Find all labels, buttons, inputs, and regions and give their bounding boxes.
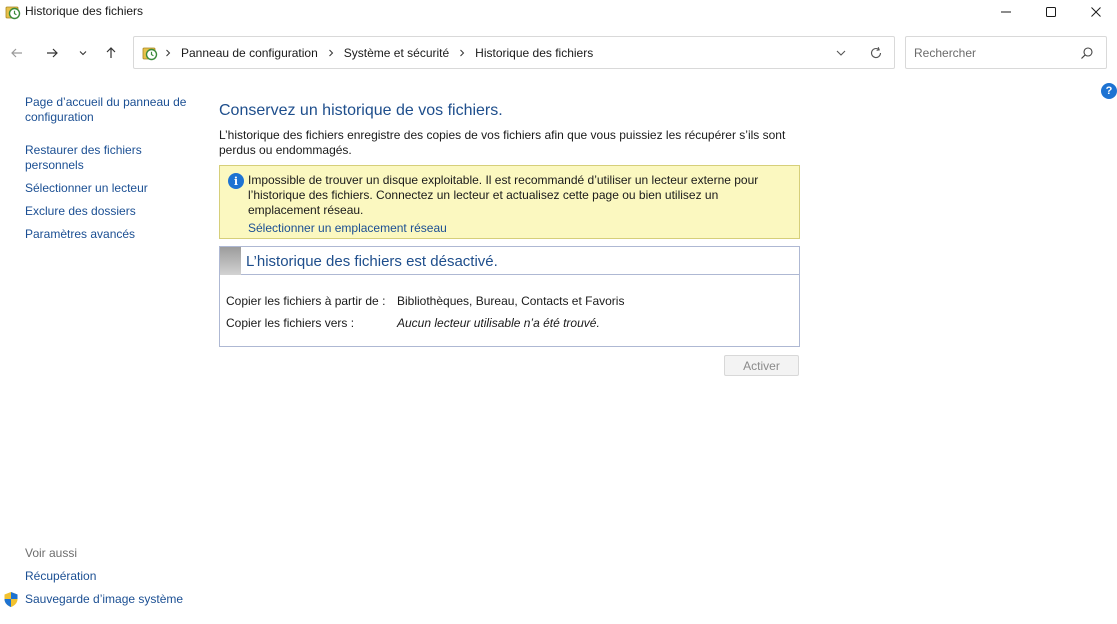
close-button[interactable] [1073,0,1117,24]
sidebar-link-exclude-folders[interactable]: Exclure des dossiers [25,204,190,219]
status-indicator [220,247,241,275]
address-bar[interactable]: Panneau de configuration Système et sécu… [133,36,895,69]
search-input[interactable] [914,45,1074,61]
search-icon[interactable] [1080,46,1094,60]
copy-to-label: Copier les fichiers vers : [226,316,355,330]
sidebar-link-select-drive[interactable]: Sélectionner un lecteur [25,181,190,196]
status-title: L’historique des fichiers est désactivé. [246,253,498,270]
page-title: Conservez un historique de vos fichiers. [219,102,503,119]
file-history-icon [142,45,158,61]
chevron-right-icon[interactable] [458,49,466,57]
breadcrumb-item-file-history[interactable]: Historique des fichiers [475,46,593,60]
chevron-right-icon [164,49,172,57]
breadcrumb: Panneau de configuration Système et sécu… [164,46,593,60]
chevron-right-icon[interactable] [327,49,335,57]
see-also-heading: Voir aussi [25,546,78,560]
page-description: L’historique des fichiers enregistre des… [219,128,786,157]
file-history-icon [5,4,21,20]
refresh-icon[interactable] [868,45,884,61]
shield-icon [3,591,19,608]
select-network-location-link[interactable]: Sélectionner un emplacement réseau [248,221,447,235]
up-button[interactable] [100,42,122,64]
sidebar-link-control-panel-home[interactable]: Page d’accueil du panneau de configurati… [25,95,190,125]
see-also-link-system-image-backup[interactable]: Sauvegarde d’image système [25,592,183,606]
sidebar-link-advanced-settings[interactable]: Paramètres avancés [25,227,190,242]
copy-from-label: Copier les fichiers à partir de : [226,294,386,308]
breadcrumb-item-control-panel[interactable]: Panneau de configuration [181,46,318,60]
recent-locations-button[interactable] [72,42,94,64]
info-message: Impossible de trouver un disque exploita… [248,173,759,217]
copy-to-value: Aucun lecteur utilisable n’a été trouvé. [397,316,600,330]
breadcrumb-item-system-security[interactable]: Système et sécurité [344,46,449,60]
minimize-button[interactable] [983,0,1029,24]
window-title: Historique des fichiers [25,4,144,18]
maximize-button[interactable] [1028,0,1074,24]
sidebar-link-restore-files[interactable]: Restaurer des fichiers personnels [25,143,165,173]
navigation-bar: Panneau de configuration Système et sécu… [0,34,1117,72]
search-box[interactable] [905,36,1107,69]
forward-button[interactable] [41,42,63,64]
status-panel: L’historique des fichiers est désactivé.… [219,246,800,347]
info-banner: i Impossible de trouver un disque exploi… [219,165,800,239]
copy-from-value: Bibliothèques, Bureau, Contacts et Favor… [397,294,625,308]
help-icon[interactable]: ? [1101,83,1117,99]
info-icon: i [228,173,244,189]
activate-button[interactable]: Activer [724,355,799,376]
chevron-down-icon[interactable] [834,46,848,60]
status-header: L’historique des fichiers est désactivé. [220,247,799,275]
back-button[interactable] [6,42,28,64]
see-also-link-recovery[interactable]: Récupération [25,569,96,583]
title-bar: Historique des fichiers [0,0,1117,24]
